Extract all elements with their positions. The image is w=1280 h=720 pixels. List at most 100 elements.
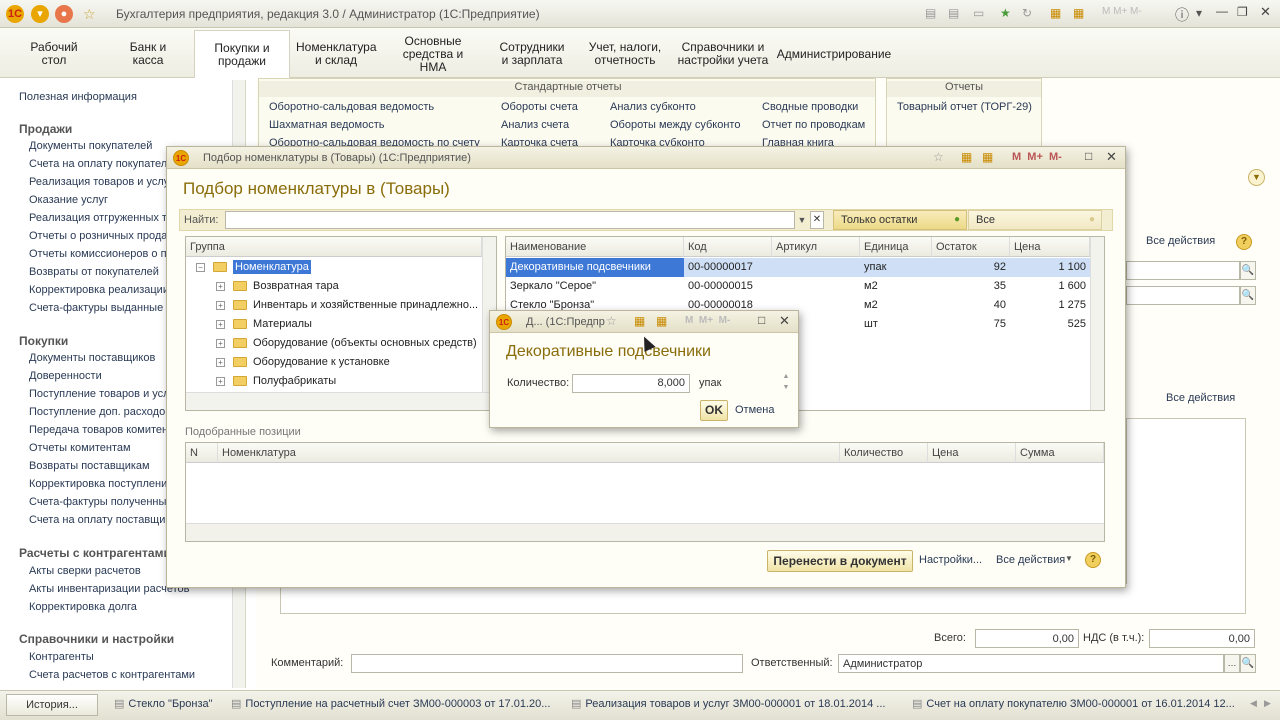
all-toggle[interactable]: Все ● [968,210,1102,230]
history-button[interactable]: История... [6,694,98,716]
all-actions-menu[interactable]: Все действия [1146,235,1215,247]
column-header-price[interactable]: Цена [1010,237,1090,257]
group-column-header[interactable]: Группа [186,237,482,257]
save-icon[interactable]: ▤ [948,6,959,20]
only-stock-toggle[interactable]: Только остатки ● [833,210,967,230]
report-link[interactable]: Анализ счета [501,119,569,131]
maximize-icon[interactable]: □ [1085,149,1092,163]
nav-link[interactable]: Счета-фактуры полученные [29,496,173,508]
report-link[interactable]: Анализ субконто [610,101,696,113]
table-row[interactable]: Зеркало "Серое" 00-00000015 м2 35 1 600 [506,277,1104,296]
find-dropdown-icon[interactable]: ▼ [795,211,809,229]
report-link[interactable]: Обороты между субконто [610,119,740,131]
help-icon[interactable]: ? [1236,234,1252,250]
app-logo-icon[interactable]: 1С [6,5,24,23]
tree-row[interactable]: + Оборудование к установке [212,353,482,372]
nav-link[interactable]: Корректировка реализации [29,284,169,296]
back-icon[interactable]: ▾ [31,5,49,23]
section-administration[interactable]: Администрирование [777,32,891,76]
forward-icon[interactable]: ● [55,5,73,23]
tree-row-root[interactable]: − Номенклатура [192,258,482,277]
nav-link[interactable]: Оказание услуг [29,194,108,206]
expand-icon[interactable]: + [216,300,225,310]
section-purchases-sales[interactable]: Покупки и продажи [194,30,290,78]
window-tab[interactable]: ▤ Реализация товаров и услуг ЗМ00-000001 … [571,697,907,710]
report-link[interactable]: Сводные проводки [762,101,858,113]
column-header-stock[interactable]: Остаток [932,237,1010,257]
column-header-article[interactable]: Артикул [772,237,860,257]
section-bank[interactable]: Банк и касса [112,32,184,76]
calendar-icon[interactable]: ▦ [656,314,667,328]
close-window-icon[interactable]: ✕ [1260,4,1271,20]
close-icon[interactable]: ✕ [1106,149,1117,165]
calculator-icon[interactable]: ▦ [634,314,645,328]
expand-panel-icon[interactable]: ▼ [1248,169,1265,186]
nav-link[interactable]: Реализация товаров и услуг [29,176,173,188]
doc-field-2[interactable] [1126,286,1240,305]
close-icon[interactable]: ✕ [779,313,790,329]
nav-link[interactable]: Возвраты поставщикам [29,460,150,472]
calculator-icon[interactable]: ▦ [1050,6,1061,20]
memory-icon[interactable]: M M+ M- [1102,6,1142,17]
expand-icon[interactable]: + [216,376,225,386]
comment-field[interactable] [351,654,743,673]
tree-horizontal-scrollbar[interactable] [186,392,496,410]
report-link[interactable]: Товарный отчет (ТОРГ-29) [897,101,1032,113]
column-header-name[interactable]: Наименование [506,237,684,257]
tree-row[interactable]: + Инвентарь и хозяйственные принадлежно..… [212,296,482,315]
expand-icon[interactable]: + [216,357,225,367]
nav-link[interactable]: Акты сверки расчетов [29,565,141,577]
column-header-code[interactable]: Код [684,237,772,257]
all-actions-chevron-icon[interactable]: ▼ [1065,554,1073,563]
window-tab[interactable]: ▤ Поступление на расчетный счет ЗМ00-0000… [231,697,567,710]
favorite-icon[interactable]: ☆ [933,150,944,164]
nav-link[interactable]: Отчеты комитентам [29,442,131,454]
ok-button[interactable]: OK [700,400,728,421]
nav-link[interactable]: Счета на оплату покупателям [29,158,181,170]
all-actions-menu-2[interactable]: Все действия [1166,392,1235,404]
link-icon[interactable]: ▭ [973,6,984,20]
help-icon[interactable]: ? [1085,552,1101,568]
tree-row[interactable]: + Материалы [212,315,482,334]
expand-icon[interactable]: + [216,319,225,329]
nav-link[interactable]: Поступление товаров и услуг [29,388,179,400]
nav-link[interactable]: Счета на оплату поставщиков [29,514,182,526]
section-employees[interactable]: Сотрудники и зарплата [494,32,570,76]
column-header-n[interactable]: N [186,443,218,463]
restore-window-icon[interactable]: ❐ [1237,5,1248,19]
report-link[interactable]: Оборотно-сальдовая ведомость [269,101,434,113]
favorites-star-icon[interactable]: ☆ [83,6,96,23]
print-icon[interactable]: ▤ [925,6,936,20]
useful-info-link[interactable]: Полезная информация [19,91,137,103]
memory-icon[interactable]: M M+ M- [1012,151,1062,163]
memory-icon[interactable]: M M+ M- [685,315,730,326]
nav-link[interactable]: Поступление доп. расходов [29,406,171,418]
nav-link[interactable]: Счета расчетов с контрагентами [29,669,195,681]
calculator-icon[interactable]: ▦ [961,150,972,164]
nav-link[interactable]: Доверенности [29,370,102,382]
nav-link[interactable]: Счета-фактуры выданные [29,302,163,314]
nav-link[interactable]: Возвраты от покупателей [29,266,159,278]
scroll-right-icon[interactable]: ▶ [1264,698,1271,709]
tree-row[interactable]: + Оборудование (объекты основных средств) [212,334,482,353]
section-nomenclature[interactable]: Номенклатура и склад [294,32,378,76]
search-icon[interactable]: 🔍 [1240,286,1256,305]
window-tab[interactable]: ▤ Счет на оплату покупателю ЗМ00-000001 о… [912,697,1246,710]
section-desktop[interactable]: Рабочий стол [14,32,94,76]
quantity-stepper[interactable]: ▲ ▼ [780,371,792,395]
column-header-sum[interactable]: Сумма [1016,443,1104,463]
minimize-window-icon[interactable]: — [1216,4,1228,18]
column-header-nomenclature[interactable]: Номенклатура [218,443,840,463]
calendar-icon[interactable]: ▦ [1073,6,1084,20]
report-link[interactable]: Обороты счета [501,101,578,113]
nav-link[interactable]: Документы поставщиков [29,352,155,364]
scroll-left-icon[interactable]: ◀ [1250,698,1257,709]
add-favorite-icon[interactable]: ★ [1000,6,1011,20]
nav-link[interactable]: Корректировка долга [29,601,137,613]
search-icon[interactable]: 🔍 [1240,654,1256,673]
calendar-icon[interactable]: ▦ [982,150,993,164]
responsible-dropdown-icon[interactable]: … [1224,654,1240,673]
collapse-icon[interactable]: − [196,262,205,272]
nav-link[interactable]: Контрагенты [29,651,94,663]
find-input[interactable] [225,211,795,229]
